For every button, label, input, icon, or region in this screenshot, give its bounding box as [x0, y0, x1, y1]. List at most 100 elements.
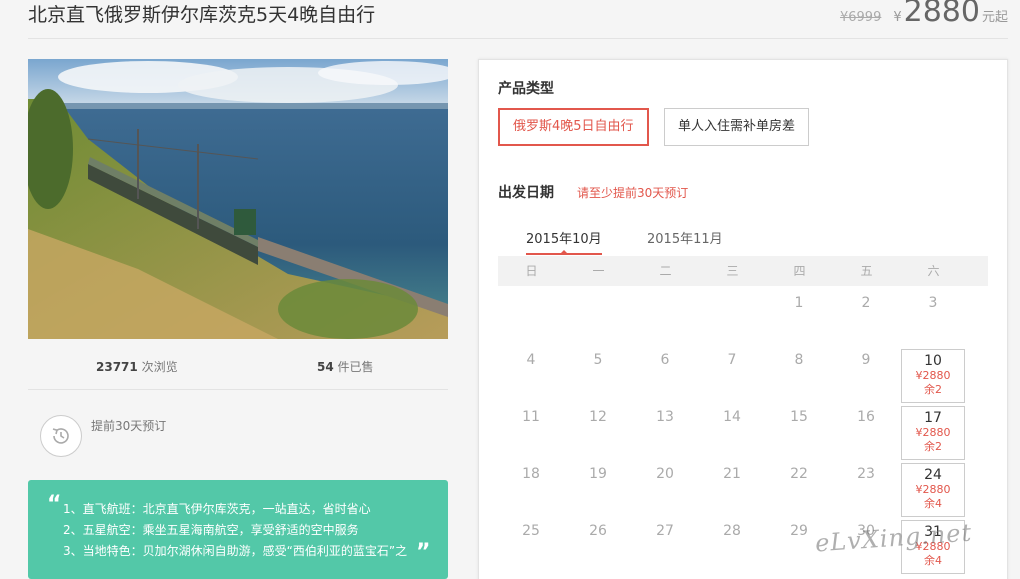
weekday-label: 日 — [525, 264, 538, 278]
calendar-day-number: 9 — [861, 352, 871, 368]
current-price: 2880 — [903, 0, 980, 29]
calendar-day: 25 — [499, 520, 563, 574]
price-box: ¥6999 ¥ 2880 元起 — [840, 0, 1008, 29]
product-type-option-selected[interactable]: 俄罗斯4晚5日自由行 — [498, 108, 649, 146]
sold-count: 54 件已售 — [317, 358, 374, 375]
original-price: ¥6999 — [839, 10, 882, 25]
calendar-day-stock: 余2 — [924, 440, 942, 453]
calendar-day-available[interactable]: 17 ¥2880 余2 — [901, 406, 965, 460]
feature-box: “ 1、直飞航班：北京直飞伊尔库茨克，一站直达，省时省心 2、五星航空：乘坐五星… — [28, 480, 448, 579]
close-quote-icon: ” — [416, 540, 431, 565]
title-bar: 北京直飞俄罗斯伊尔库茨克5天4晚自由行 ¥6999 ¥ 2880 元起 — [0, 0, 1020, 40]
calendar-day-number: 19 — [589, 466, 607, 482]
feature-item: 1、直飞航班：北京直飞伊尔库茨克，一站直达，省时省心 — [63, 502, 371, 516]
calendar-day-number: 13 — [656, 409, 674, 425]
calendar-day: 19 — [566, 463, 630, 517]
calendar-day: 8 — [767, 349, 831, 403]
calendar-day: 23 — [834, 463, 898, 517]
calendar-day-price: ¥2880 — [915, 369, 951, 382]
calendar-day: 21 — [700, 463, 764, 517]
calendar-day-number: 14 — [723, 409, 741, 425]
calendar-day — [566, 292, 630, 346]
calendar-day: 27 — [633, 520, 697, 574]
calendar-day-available[interactable]: 24 ¥2880 余4 — [901, 463, 965, 517]
calendar-day-stock: 余2 — [924, 383, 942, 396]
calendar-day-number: 10 — [924, 353, 942, 369]
hero-image-art — [28, 59, 448, 339]
calendar-day-available[interactable]: 10 ¥2880 余2 — [901, 349, 965, 403]
calendar-day-number: 22 — [790, 466, 808, 482]
calendar-day-number: 17 — [924, 410, 942, 426]
calendar-day-number: 28 — [723, 523, 741, 539]
calendar-week-row: 1 2 3 — [498, 292, 988, 349]
feature-item: 2、五星航空：乘坐五星海南航空，享受舒适的空中服务 — [63, 523, 359, 537]
price-unit: 元起 — [981, 10, 1008, 25]
calendar-day: 4 — [499, 349, 563, 403]
calendar-day: 22 — [767, 463, 831, 517]
product-stats: 23771 次浏览 54 件已售 — [28, 352, 448, 382]
calendar-day-number: 8 — [794, 352, 804, 368]
currency-symbol: ¥ — [893, 10, 902, 25]
date-hint: 请至少提前30天预订 — [577, 186, 689, 200]
departure-date-label: 出发日期 — [498, 185, 554, 201]
calendar-day: 1 — [767, 292, 831, 346]
title-divider — [28, 38, 1008, 39]
weekday-label: 三 — [726, 264, 739, 278]
calendar-day-stock: 余4 — [924, 497, 942, 510]
calendar-day-number: 4 — [526, 352, 536, 368]
sold-count-label: 件已售 — [337, 360, 374, 374]
view-count-value: 23771 — [96, 360, 138, 374]
calendar-day-number: 24 — [924, 467, 942, 483]
calendar-day-number: 15 — [790, 409, 808, 425]
calendar-week-row: 4 5 6 7 8 9 10 ¥2880 余2 — [498, 349, 988, 406]
tab-month-november[interactable]: 2015年11月 — [647, 228, 723, 253]
calendar-day-stock: 余4 — [924, 554, 942, 567]
calendar-day-number: 25 — [522, 523, 540, 539]
calendar-day-number: 20 — [656, 466, 674, 482]
booking-note-text: 提前30天预订 — [91, 419, 167, 433]
calendar-day — [700, 292, 764, 346]
weekday-label: 一 — [592, 264, 605, 278]
tab-month-october[interactable]: 2015年10月 — [526, 228, 602, 255]
weekday-label: 六 — [927, 264, 940, 278]
calendar-day: 2 — [834, 292, 898, 346]
calendar-day: 6 — [633, 349, 697, 403]
calendar-day: 26 — [566, 520, 630, 574]
calendar-week-row: 11 12 13 14 15 16 17 ¥2880 余2 — [498, 406, 988, 463]
calendar-day-price: ¥2880 — [915, 483, 951, 496]
booking-note: 提前30天预订 — [40, 415, 240, 461]
calendar-day-number: 12 — [589, 409, 607, 425]
stats-divider — [28, 389, 448, 390]
calendar-day: 16 — [834, 406, 898, 460]
calendar-day: 14 — [700, 406, 764, 460]
calendar-day-number: 27 — [656, 523, 674, 539]
calendar-day: 13 — [633, 406, 697, 460]
calendar-day: 15 — [767, 406, 831, 460]
calendar-day-price: ¥2880 — [915, 426, 951, 439]
calendar-day-number: 7 — [727, 352, 737, 368]
calendar-day: 28 — [700, 520, 764, 574]
calendar-week-row: 18 19 20 21 22 23 24 ¥2880 余4 — [498, 463, 988, 520]
calendar-day-number: 5 — [593, 352, 603, 368]
clock-icon — [40, 415, 82, 457]
calendar-day-number: 21 — [723, 466, 741, 482]
feature-list: 1、直飞航班：北京直飞伊尔库茨克，一站直达，省时省心 2、五星航空：乘坐五星海南… — [63, 499, 407, 562]
weekday-label: 四 — [793, 264, 806, 278]
calendar-day — [633, 292, 697, 346]
open-quote-icon: “ — [47, 492, 62, 517]
calendar-day-number: 16 — [857, 409, 875, 425]
view-count-label: 次浏览 — [141, 360, 178, 374]
booking-panel: 产品类型 俄罗斯4晚5日自由行 单人入住需补单房差 出发日期 请至少提前30天预… — [478, 59, 1008, 579]
product-type-option[interactable]: 单人入住需补单房差 — [664, 108, 810, 146]
calendar-day: 11 — [499, 406, 563, 460]
page-title: 北京直飞俄罗斯伊尔库茨克5天4晚自由行 — [28, 4, 376, 26]
calendar-day: 7 — [700, 349, 764, 403]
calendar-day-number: 1 — [794, 295, 804, 311]
calendar-day-number: 23 — [857, 466, 875, 482]
sold-count-value: 54 — [317, 360, 334, 374]
calendar-day: 3 — [901, 292, 965, 346]
calendar-day-number: 11 — [522, 409, 540, 425]
calendar-day: 12 — [566, 406, 630, 460]
calendar-day-number: 6 — [660, 352, 670, 368]
hero-image — [28, 59, 448, 339]
